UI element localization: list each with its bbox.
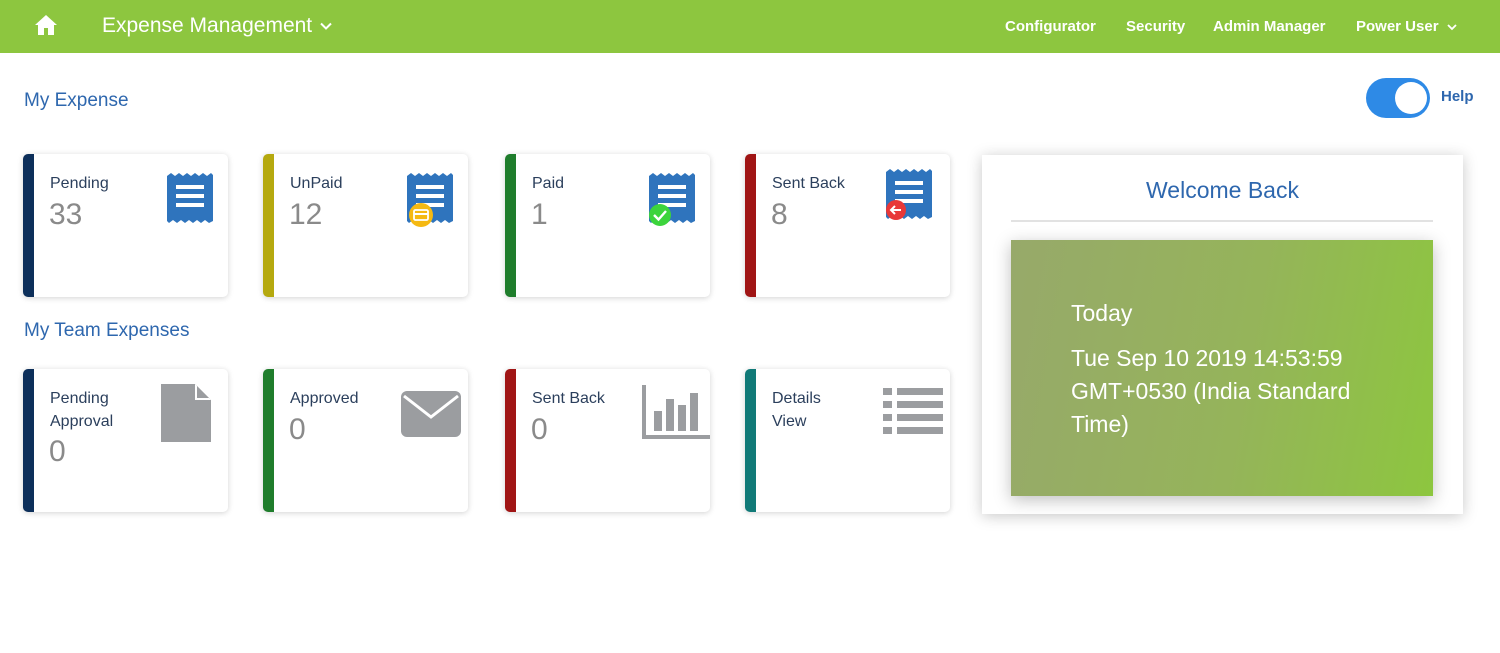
help-label: Help xyxy=(1441,88,1474,105)
card-count: 8 xyxy=(771,198,788,231)
card-label: Pending xyxy=(50,175,109,192)
card-label: Sent Back xyxy=(772,175,845,192)
card-paid[interactable]: Paid 1 xyxy=(505,154,710,297)
chevron-down-icon xyxy=(1446,23,1457,30)
divider xyxy=(1011,220,1433,222)
my-expense-heading: My Expense xyxy=(24,90,129,111)
receipt-paid-icon xyxy=(649,173,695,226)
nav-admin-manager[interactable]: Admin Manager xyxy=(1213,18,1326,35)
card-sent-back[interactable]: Sent Back 8 xyxy=(745,154,950,297)
document-icon xyxy=(161,384,211,442)
chevron-down-icon xyxy=(320,22,332,30)
card-count: 0 xyxy=(531,413,548,446)
card-label: Details View xyxy=(772,390,821,430)
top-navigation-bar: Expense Management Configurator Security… xyxy=(0,0,1500,53)
card-count: 12 xyxy=(289,198,323,231)
bar-chart-icon xyxy=(642,385,710,439)
today-label: Today xyxy=(1071,300,1133,326)
card-count: 1 xyxy=(531,198,548,231)
app-title-label: Expense Management xyxy=(102,14,313,37)
card-count: 0 xyxy=(49,435,66,468)
card-label: Sent Back xyxy=(532,390,605,407)
user-menu[interactable]: Power User xyxy=(1356,18,1457,35)
app-title-dropdown[interactable]: Expense Management xyxy=(102,14,332,38)
help-toggle[interactable] xyxy=(1366,78,1430,118)
card-pending[interactable]: Pending 33 xyxy=(23,154,228,297)
card-label: Pending Approval xyxy=(50,390,114,430)
receipt-unpaid-icon xyxy=(407,173,453,227)
card-pending-approval[interactable]: Pending Approval 0 xyxy=(23,369,228,512)
card-details-view[interactable]: Details View xyxy=(745,369,950,512)
welcome-title: Welcome Back xyxy=(1146,177,1299,203)
card-label: Approved xyxy=(290,390,359,407)
today-datetime: Tue Sep 10 2019 14:53:59 GMT+0530 (India… xyxy=(1071,345,1351,437)
list-icon xyxy=(883,388,943,434)
card-unpaid[interactable]: UnPaid 12 xyxy=(263,154,468,297)
receipt-icon xyxy=(167,173,213,223)
card-count: 33 xyxy=(49,198,83,231)
card-count: 0 xyxy=(289,413,306,446)
welcome-panel: Welcome Back Today Tue Sep 10 2019 14:53… xyxy=(982,155,1463,514)
card-label: UnPaid xyxy=(290,175,343,192)
card-team-sent-back[interactable]: Sent Back 0 xyxy=(505,369,710,512)
card-approved[interactable]: Approved 0 xyxy=(263,369,468,512)
receipt-sent-back-icon xyxy=(886,169,932,220)
home-icon[interactable] xyxy=(34,14,58,36)
card-label: Paid xyxy=(532,175,565,192)
user-menu-label: Power User xyxy=(1356,18,1439,35)
envelope-icon xyxy=(401,391,461,437)
toggle-knob xyxy=(1395,82,1427,114)
nav-security[interactable]: Security xyxy=(1126,18,1185,35)
nav-configurator[interactable]: Configurator xyxy=(1005,18,1096,35)
today-box: Today Tue Sep 10 2019 14:53:59 GMT+0530 … xyxy=(1011,240,1433,496)
my-team-expenses-heading: My Team Expenses xyxy=(24,320,190,341)
